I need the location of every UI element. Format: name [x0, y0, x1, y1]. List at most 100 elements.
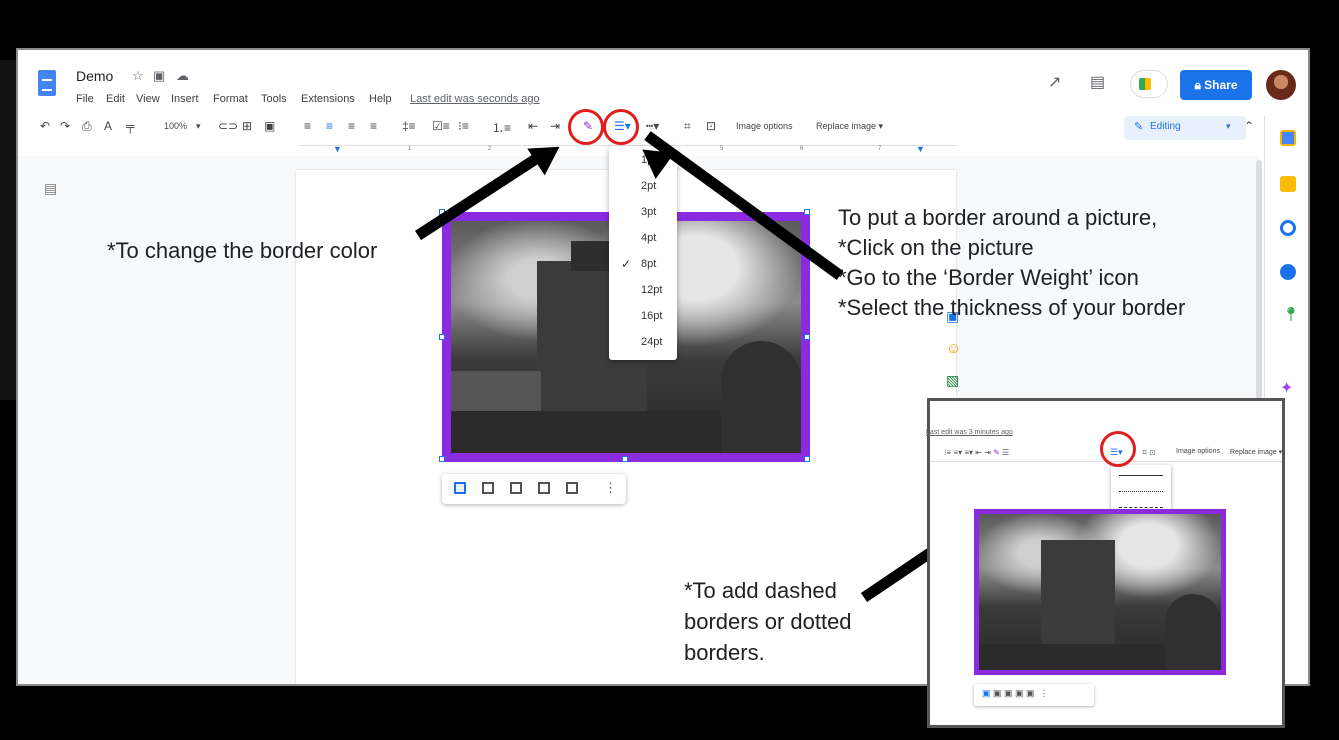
add-on-icon[interactable]: ✦ — [1280, 378, 1293, 398]
annotation-line: borders or dotted — [684, 609, 852, 634]
emoji-icon[interactable]: ☺ — [946, 340, 961, 357]
folder-icon[interactable]: ▣ — [153, 68, 165, 84]
annotation-line: *Go to the ‘Border Weight’ icon — [838, 265, 1139, 290]
cloud-icon: ☁ — [176, 68, 189, 83]
print-icon[interactable]: ⎙ — [82, 119, 92, 134]
outline-icon[interactable]: ▤ — [44, 180, 57, 197]
vertical-scrollbar[interactable] — [1256, 160, 1262, 400]
increase-indent-icon[interactable]: ⇥ — [550, 119, 560, 133]
maps-icon[interactable]: 📍︎ — [1282, 306, 1300, 323]
dotted-line-option[interactable] — [1119, 491, 1163, 492]
highlight-circle — [1100, 431, 1136, 467]
editing-label: Editing — [1150, 121, 1181, 132]
paint-format-icon[interactable]: ╤ — [126, 119, 135, 133]
editing-mode-select[interactable]: ✎ Editing ▾ — [1124, 116, 1246, 140]
doc-title[interactable]: Demo — [76, 68, 113, 84]
share-button[interactable]: 🔒︎ Share — [1180, 70, 1252, 100]
menu-view[interactable]: View — [136, 93, 160, 105]
image-layout-icons[interactable]: ▣ ▣ ▣ ▣ ▣ ⋮ — [982, 688, 1049, 699]
resize-handle[interactable] — [804, 456, 810, 462]
numbered-list-icon[interactable]: ⒈≡ — [492, 119, 511, 136]
meet-icon[interactable] — [1130, 70, 1168, 98]
crop-icon[interactable]: ⌗ — [684, 119, 691, 134]
star-icon[interactable]: ☆ — [132, 68, 144, 84]
border-dash-icon[interactable]: ┅▾ — [646, 119, 659, 133]
behind-text-icon[interactable] — [538, 482, 550, 494]
menu-tools[interactable]: Tools — [261, 93, 287, 105]
border-weight-option[interactable]: 2pt — [641, 180, 656, 192]
border-weight-menu: 1pt 2pt 3pt 4pt ✓ 8pt 12pt 16pt 24pt — [609, 146, 677, 360]
menu-file[interactable]: File — [76, 93, 94, 105]
menu-extensions[interactable]: Extensions — [301, 93, 355, 105]
add-comment-icon[interactable]: ⊞ — [242, 119, 252, 133]
screenshot: Demo ☆ ▣ ☁ File Edit View Insert Format … — [0, 0, 1339, 740]
justify-icon[interactable]: ≡ — [370, 119, 377, 133]
crop-icon[interactable]: ⌗ ⊡ — [1142, 447, 1155, 458]
align-right-icon[interactable]: ≡ — [348, 119, 355, 133]
collapse-toolbar-icon[interactable]: ⌃ — [1244, 119, 1254, 133]
border-weight-option[interactable]: 12pt — [641, 284, 662, 296]
border-weight-option[interactable]: 24pt — [641, 336, 662, 348]
solid-line-option[interactable] — [1119, 475, 1163, 476]
bullet-list-icon[interactable]: ⁝≡ — [458, 119, 469, 133]
break-text-icon[interactable] — [510, 482, 522, 494]
calendar-icon[interactable] — [1280, 130, 1296, 146]
replace-image-button[interactable]: Replace image ▾ — [816, 121, 883, 132]
indent-marker-icon[interactable]: ▼ — [333, 144, 342, 154]
menu-format[interactable]: Format — [213, 93, 248, 105]
inset-image-options[interactable]: Image options — [1176, 448, 1220, 455]
tasks-icon[interactable] — [1280, 220, 1296, 236]
pencil-icon: ✎ — [1134, 121, 1144, 133]
spellcheck-icon[interactable]: A — [104, 119, 112, 133]
link-icon[interactable]: ⊂⊃ — [218, 119, 238, 133]
contacts-icon[interactable] — [1280, 264, 1296, 280]
more-icon[interactable]: ⋮ — [604, 480, 617, 496]
redo-icon[interactable]: ↷ — [60, 119, 70, 133]
resize-handle[interactable] — [804, 334, 810, 340]
align-center-icon[interactable]: ≡ — [326, 119, 333, 133]
keep-icon[interactable] — [1280, 176, 1296, 192]
reset-image-icon[interactable]: ⊡ — [706, 119, 716, 133]
wrap-text-icon[interactable] — [482, 482, 494, 494]
image-inline-toolbar: ⋮ — [442, 474, 626, 504]
avatar[interactable] — [1266, 70, 1296, 100]
border-weight-option[interactable]: 4pt — [641, 232, 656, 244]
comments-icon[interactable]: ▤ — [1090, 72, 1105, 92]
menu-insert[interactable]: Insert — [171, 93, 199, 105]
resize-handle[interactable] — [622, 456, 628, 462]
indent-marker-icon[interactable]: ▼ — [916, 144, 925, 154]
lock-icon: 🔒︎ — [1194, 78, 1205, 92]
align-left-icon[interactable]: ≡ — [304, 119, 311, 133]
background-shadow — [0, 60, 16, 400]
insert-image-icon[interactable]: ▣ — [264, 119, 275, 133]
inset-toolbar-icons: ⁝≡ ≡▾ ≡▾ ⇤ ⇥ ✎ ☰ — [944, 448, 1010, 457]
activity-icon[interactable]: ↗ — [1048, 72, 1061, 92]
inset-replace-image[interactable]: Replace image ▾ — [1230, 448, 1282, 456]
border-weight-option-selected[interactable]: 8pt — [641, 258, 656, 270]
border-weight-option[interactable]: 16pt — [641, 310, 662, 322]
line-spacing-icon[interactable]: ‡≡ — [402, 119, 416, 133]
suggest-edits-icon[interactable]: ▧ — [946, 372, 959, 389]
border-weight-option[interactable]: 3pt — [641, 206, 656, 218]
last-edit-link[interactable]: Last edit was seconds ago — [410, 93, 540, 105]
resize-handle[interactable] — [804, 209, 810, 215]
resize-handle[interactable] — [439, 456, 445, 462]
chevron-down-icon[interactable]: ▾ — [196, 121, 201, 132]
image-options-button[interactable]: Image options — [736, 121, 793, 131]
dashed-line-option[interactable] — [1119, 507, 1163, 508]
highlight-circle — [603, 109, 639, 145]
undo-icon[interactable]: ↶ — [40, 119, 50, 133]
resize-handle[interactable] — [439, 334, 445, 340]
menu-edit[interactable]: Edit — [106, 93, 125, 105]
inset-image-border[interactable] — [974, 509, 1226, 675]
inset-last-edit[interactable]: Last edit was 3 minutes ago — [926, 429, 1013, 436]
docs-logo-icon[interactable] — [38, 70, 56, 96]
haunted-house-photo[interactable] — [979, 514, 1221, 670]
zoom-select[interactable]: 100% — [164, 121, 187, 131]
menu-help[interactable]: Help — [369, 93, 392, 105]
checklist-icon[interactable]: ☑≡ — [432, 119, 450, 133]
annotation-line: *Click on the picture — [838, 235, 1034, 260]
in-front-text-icon[interactable] — [566, 482, 578, 494]
inline-icon[interactable] — [454, 482, 466, 494]
decrease-indent-icon[interactable]: ⇤ — [528, 119, 538, 133]
